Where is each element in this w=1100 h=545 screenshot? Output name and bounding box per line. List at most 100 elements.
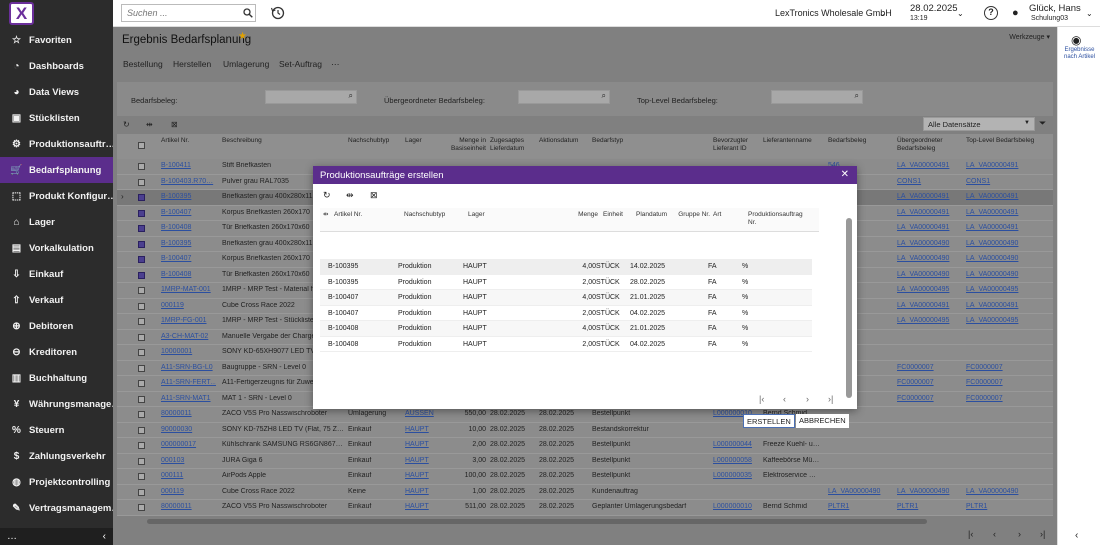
sidebar-item-label: Kreditoren bbox=[29, 346, 78, 358]
refresh-icon[interactable]: ↻ bbox=[323, 190, 331, 201]
sidebar-item-label: Einkauf bbox=[29, 268, 64, 280]
sidebar-item-label: Verkauf bbox=[29, 294, 64, 306]
cell-datum: 21.01.2025 bbox=[630, 294, 666, 301]
fit-columns-icon[interactable]: ⇹ bbox=[346, 190, 354, 201]
contract-icon: ✎ bbox=[12, 502, 21, 514]
column-header[interactable]: Art bbox=[713, 211, 743, 219]
cell-menge: 2,00 bbox=[582, 309, 596, 317]
collapse-sidebar-icon[interactable]: ‹ bbox=[103, 531, 106, 542]
dialog-row[interactable]: B-100407 Produktion HAUPT 4,00 STÜCK 21.01.20… bbox=[320, 290, 812, 306]
column-header[interactable]: Artikel Nr. bbox=[334, 211, 394, 219]
plus-circle-icon: ⊕ bbox=[12, 320, 21, 332]
product-config-icon: ⬚ bbox=[11, 190, 22, 202]
sidebar-item-vertragsmanagem[interactable]: ✎ Vertragsmanagem… bbox=[0, 495, 113, 521]
export-excel-icon[interactable]: ⊠ bbox=[370, 190, 378, 201]
first-page-icon[interactable]: |‹ bbox=[759, 394, 764, 404]
session-date[interactable]: 28.02.2025 bbox=[910, 3, 958, 14]
dialog-row[interactable]: B-100408 Produktion HAUPT 2,00 STÜCK 04.02.20… bbox=[320, 336, 812, 352]
dialog-row[interactable]: B-100407 Produktion HAUPT 2,00 STÜCK 04.02.20… bbox=[320, 305, 812, 321]
dialog-row[interactable]: B-100408 Produktion HAUPT 4,00 STÜCK 21.01.20… bbox=[320, 321, 812, 337]
sidebar-item-produkt-konfigur[interactable]: ⬚ Produkt Konfigur… bbox=[0, 183, 113, 209]
cell-nr: % bbox=[742, 309, 749, 317]
user-icon[interactable]: ● bbox=[1012, 7, 1019, 19]
sidebar-item-label: Favoriten bbox=[29, 34, 72, 46]
user-name[interactable]: Glück, Hans bbox=[1029, 3, 1081, 14]
sidebar-item-label: Vorkalkulation bbox=[29, 242, 94, 254]
column-header[interactable]: Plandatum bbox=[636, 211, 672, 219]
modal-overlay: Produktionsaufträge erstellen ✕ ↻ ⇹ ⊠ ⇹ A… bbox=[113, 27, 1057, 545]
cell-nr: % bbox=[742, 263, 749, 270]
column-header[interactable]: Produktionsauftrag Nr. bbox=[748, 211, 808, 227]
column-header[interactable]: Einheit bbox=[603, 211, 633, 219]
chevron-down-icon[interactable]: ⌄ bbox=[879, 9, 886, 18]
cell-art: FA bbox=[708, 340, 717, 348]
dialog-row[interactable]: B-100395 Produktion HAUPT 2,00 STÜCK 28.02.20… bbox=[320, 274, 812, 290]
cell-artikel: B-100407 bbox=[328, 294, 359, 301]
cell-art: FA bbox=[708, 325, 717, 332]
sidebar-item-vorkalkulation[interactable]: ▤ Vorkalkulation bbox=[0, 235, 113, 261]
cell-einheit: STÜCK bbox=[596, 278, 620, 286]
eye-icon[interactable]: ◉ bbox=[1071, 33, 1081, 47]
column-chooser-icon[interactable]: ⇹ bbox=[323, 211, 328, 219]
payment-icon: $ bbox=[13, 450, 20, 462]
chevron-left-icon[interactable]: ‹ bbox=[1075, 530, 1078, 541]
sidebar-item-kreditoren[interactable]: ⊖ Kreditoren bbox=[0, 339, 113, 365]
last-page-icon[interactable]: ›| bbox=[828, 394, 833, 404]
cancel-button[interactable]: ABBRECHEN bbox=[796, 414, 849, 428]
search-input[interactable] bbox=[121, 4, 256, 22]
sidebar-item-verkauf[interactable]: ⇧ Verkauf bbox=[0, 287, 113, 313]
sidebar-item-data-views[interactable]: ◕ Data Views bbox=[0, 79, 113, 105]
close-icon[interactable]: ✕ bbox=[841, 169, 849, 180]
cell-einheit: STÜCK bbox=[596, 263, 620, 270]
column-header[interactable]: Menge bbox=[530, 211, 598, 219]
sidebar-item-stücklisten[interactable]: ▣ Stücklisten bbox=[0, 105, 113, 131]
dialog-row[interactable]: B-100395 Produktion HAUPT 4,00 STÜCK 14.02.20… bbox=[320, 259, 812, 275]
history-icon[interactable] bbox=[270, 5, 286, 21]
sidebar-item-einkauf[interactable]: ⇩ Einkauf bbox=[0, 261, 113, 287]
more-icon[interactable]: … bbox=[7, 531, 17, 542]
column-header[interactable]: Lager bbox=[468, 211, 526, 219]
cell-typ: Produktion bbox=[398, 263, 432, 270]
cell-lager: HAUPT bbox=[463, 325, 487, 332]
cell-artikel: B-100408 bbox=[328, 340, 359, 348]
chevron-down-icon[interactable]: ⌄ bbox=[1086, 9, 1093, 18]
create-button[interactable]: ERSTELLEN bbox=[743, 414, 795, 428]
cell-einheit: STÜCK bbox=[596, 309, 620, 317]
help-icon[interactable]: ? bbox=[984, 6, 998, 20]
session-time: 13:19 bbox=[910, 15, 928, 22]
results-by-article-link[interactable]: Ergebnisse nach Artikel bbox=[1059, 47, 1100, 61]
sidebar-item-dashboards[interactable]: ◔ Dashboards bbox=[0, 53, 113, 79]
purchase-icon: ⇩ bbox=[12, 268, 21, 280]
next-page-icon[interactable]: › bbox=[806, 394, 809, 404]
cell-menge: 2,00 bbox=[582, 278, 596, 286]
sidebar-item-buchhaltung[interactable]: ▥ Buchhaltung bbox=[0, 365, 113, 391]
sidebar-item-favoriten[interactable]: ☆ Favoriten bbox=[0, 27, 113, 53]
chevron-down-icon[interactable]: ⌄ bbox=[957, 9, 964, 18]
bill-of-materials-icon: ▣ bbox=[11, 112, 22, 124]
column-header[interactable]: Gruppe Nr. bbox=[676, 211, 710, 219]
sidebar-item-label: Lager bbox=[29, 216, 55, 228]
app-logo[interactable]: X bbox=[9, 2, 34, 25]
cell-nr: % bbox=[742, 340, 749, 348]
sidebar-item-währungsmanage[interactable]: ¥ Währungsmanage… bbox=[0, 391, 113, 417]
cell-nr: % bbox=[742, 325, 749, 332]
production-order-icon: ⚙ bbox=[12, 138, 21, 150]
sidebar-item-produktionsauftr[interactable]: ⚙ Produktionsauftr… bbox=[0, 131, 113, 157]
sidebar-item-debitoren[interactable]: ⊕ Debitoren bbox=[0, 313, 113, 339]
sidebar-item-projektcontrolling[interactable]: ◍ Projektcontrolling bbox=[0, 469, 113, 495]
company-selector[interactable]: LexTronics Wholesale GmbH bbox=[775, 8, 892, 18]
production-orders-dialog: Produktionsaufträge erstellen ✕ ↻ ⇹ ⊠ ⇹ A… bbox=[313, 166, 857, 428]
scrollbar-thumb[interactable] bbox=[846, 218, 852, 398]
sidebar-item-bedarfsplanung[interactable]: 🛒 Bedarfsplanung bbox=[0, 157, 113, 183]
prev-page-icon[interactable]: ‹ bbox=[783, 394, 786, 404]
dialog-vertical-scrollbar[interactable] bbox=[845, 206, 853, 406]
column-header[interactable]: Nachschubtyp bbox=[404, 211, 464, 219]
cell-artikel: B-100408 bbox=[328, 325, 359, 332]
sidebar-item-label: Zahlungsverkehr bbox=[29, 450, 106, 462]
accounting-icon: ▥ bbox=[11, 372, 22, 384]
search-icon[interactable] bbox=[243, 8, 253, 18]
dialog-header: Produktionsaufträge erstellen ✕ bbox=[313, 166, 857, 184]
sidebar-item-steuern[interactable]: % Steuern bbox=[0, 417, 113, 443]
sidebar-item-lager[interactable]: ⌂ Lager bbox=[0, 209, 113, 235]
sidebar-item-zahlungsverkehr[interactable]: $ Zahlungsverkehr bbox=[0, 443, 113, 469]
